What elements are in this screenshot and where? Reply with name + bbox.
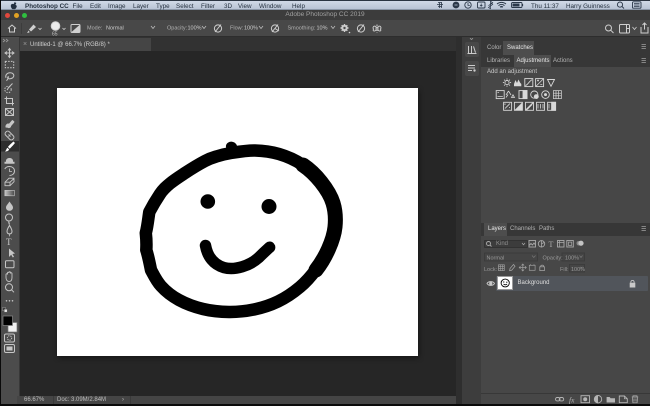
svg-text:100%: 100% [188, 26, 202, 32]
svg-text:100%: 100% [565, 255, 579, 261]
svg-text:Opacity:: Opacity: [543, 255, 564, 261]
svg-text:100%: 100% [571, 266, 585, 272]
svg-text:10%: 10% [317, 26, 328, 32]
svg-text:Smoothing:: Smoothing: [288, 26, 316, 32]
svg-text:T: T [549, 240, 554, 249]
svg-text:Flow:: Flow: [230, 26, 244, 32]
svg-text:fx: fx [569, 396, 575, 405]
svg-text:Normal: Normal [487, 255, 505, 261]
svg-text:Mode:: Mode: [87, 26, 103, 32]
svg-text:Lock:: Lock: [484, 266, 498, 272]
svg-text:Opacity:: Opacity: [167, 26, 188, 32]
svg-text:T: T [6, 237, 12, 247]
svg-text:Normal: Normal [106, 26, 124, 32]
svg-text:100%: 100% [244, 26, 258, 32]
svg-text:Fill:: Fill: [560, 266, 569, 272]
